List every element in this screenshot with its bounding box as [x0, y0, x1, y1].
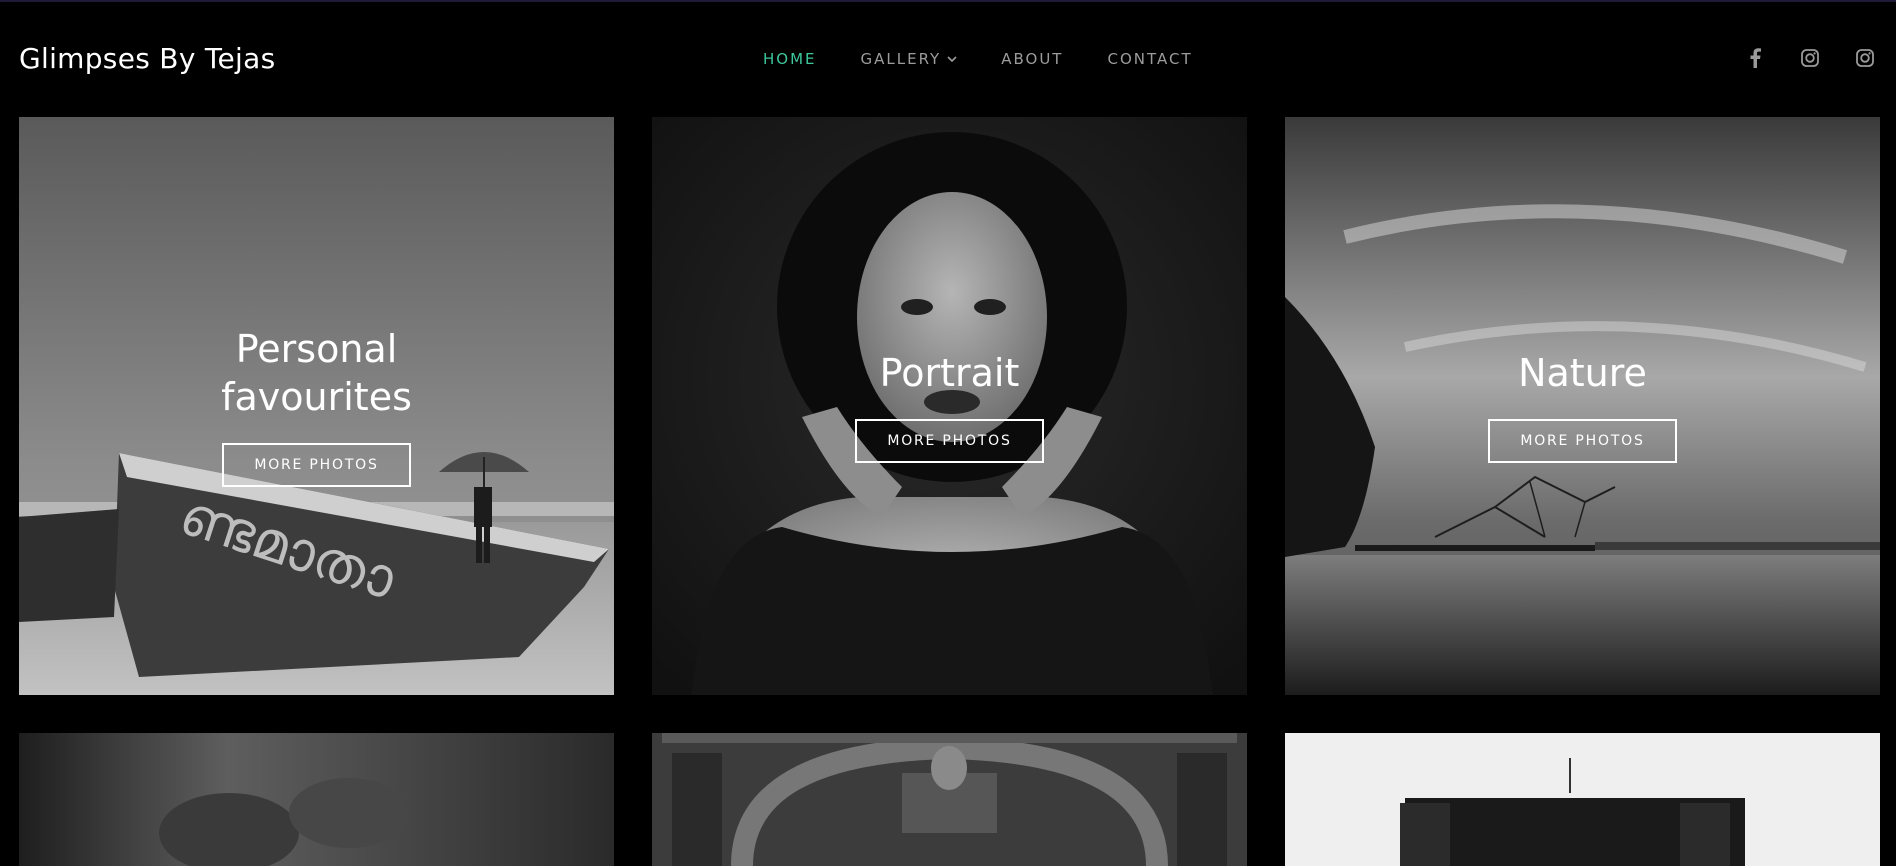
nav-gallery-label: GALLERY: [860, 50, 942, 68]
more-photos-button[interactable]: MORE PHOTOS: [222, 443, 411, 487]
instagram-icon[interactable]: [1799, 47, 1821, 69]
nav-about-link[interactable]: ABOUT: [1001, 50, 1063, 68]
gallery-card-personal-favourites[interactable]: ണ്ടമാതാ Personal favourites MORE PHOTOS: [19, 117, 614, 695]
card-overlay: Portrait MORE PHOTOS: [652, 117, 1247, 695]
social-links: [1711, 47, 1876, 69]
nav-home-link[interactable]: HOME: [763, 50, 817, 68]
card-title: Portrait: [879, 351, 1020, 395]
card-title: Nature: [1518, 351, 1647, 395]
site-header: Glimpses By Tejas HOME GALLERY ABOUT CON…: [0, 2, 1896, 112]
main-nav: HOME GALLERY ABOUT CONTACT: [763, 49, 1237, 69]
foliage-photo: [19, 733, 614, 866]
gallery-card-row2-3[interactable]: [1285, 733, 1880, 866]
gallery-card-portrait[interactable]: Portrait MORE PHOTOS: [652, 117, 1247, 695]
nav-contact-link[interactable]: CONTACT: [1107, 50, 1192, 68]
chevron-down-icon: [947, 54, 957, 64]
gallery-card-nature[interactable]: Nature MORE PHOTOS: [1285, 117, 1880, 695]
gallery-card-row2-2[interactable]: [652, 733, 1247, 866]
card-title: Personal favourites: [221, 327, 412, 419]
more-photos-button[interactable]: MORE PHOTOS: [1488, 419, 1677, 463]
gallery-card-row2-1[interactable]: [19, 733, 614, 866]
nav-gallery-link[interactable]: GALLERY: [861, 50, 958, 68]
more-photos-button[interactable]: MORE PHOTOS: [855, 419, 1044, 463]
facebook-icon[interactable]: [1744, 47, 1766, 69]
card-overlay: Nature MORE PHOTOS: [1285, 117, 1880, 695]
card-overlay: Personal favourites MORE PHOTOS: [19, 117, 614, 695]
instagram-icon[interactable]: [1854, 47, 1876, 69]
site-brand-title[interactable]: Glimpses By Tejas: [19, 42, 276, 75]
building-photo: [1285, 733, 1880, 866]
temple-photo: [652, 733, 1247, 866]
